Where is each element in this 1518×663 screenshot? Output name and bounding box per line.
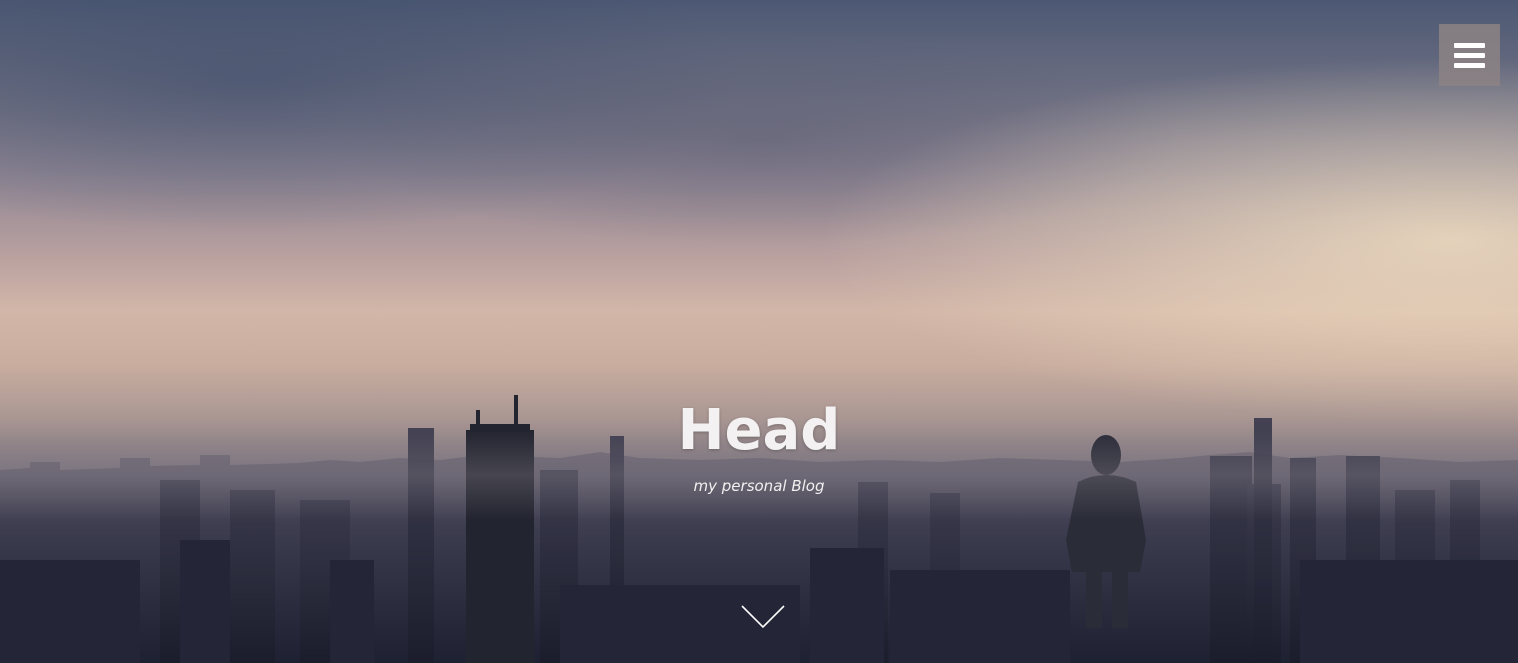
chevron-down-icon[interactable] xyxy=(741,604,785,630)
site-subtitle: my personal Blog xyxy=(693,477,825,495)
hamburger-menu-icon xyxy=(1454,52,1485,58)
hamburger-menu-icon xyxy=(1454,42,1485,48)
city-skyline-background xyxy=(0,395,1518,663)
hero-banner: Head my personal Blog xyxy=(0,0,1518,663)
menu-button[interactable] xyxy=(1439,24,1500,86)
site-title: Head xyxy=(677,398,841,463)
hamburger-menu-icon xyxy=(1454,62,1485,68)
header-title-block: Head my personal Blog xyxy=(0,396,1518,496)
